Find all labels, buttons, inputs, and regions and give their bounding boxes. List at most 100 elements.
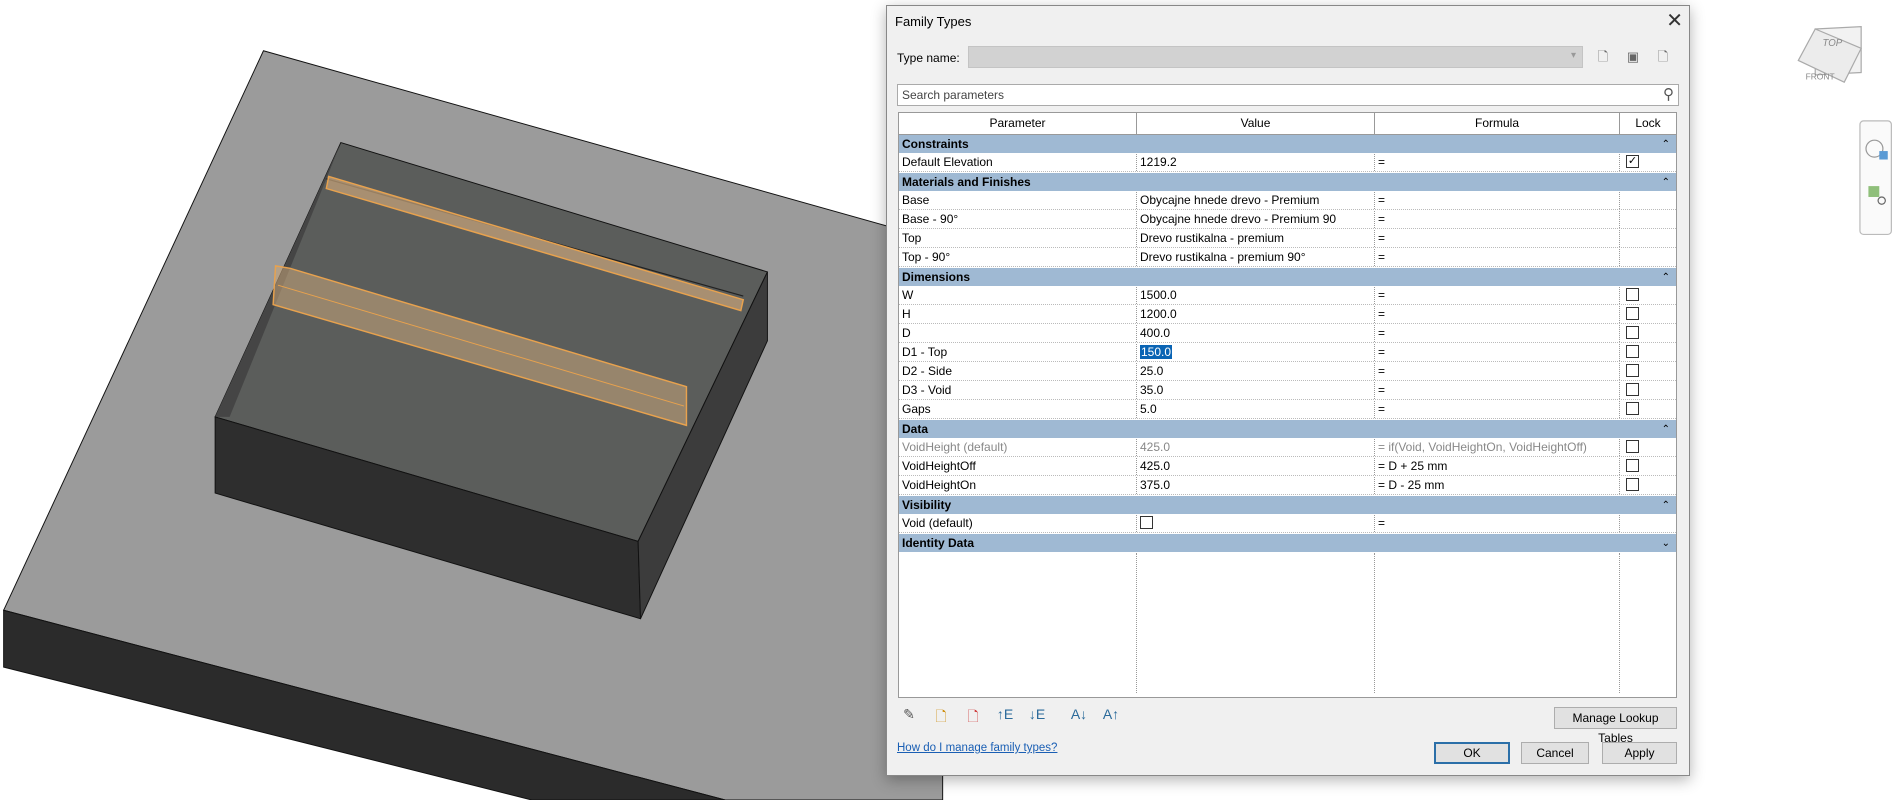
sort-ascending-icon[interactable]: A↓ [1069,706,1089,730]
formula-cell[interactable]: = D + 25 mm [1375,458,1620,475]
column-header-value[interactable]: Value [1137,113,1375,134]
type-name-label: Type name: [897,51,960,65]
group-header-dimensions[interactable]: Dimensions ⌃ [899,268,1676,287]
group-header-constraints[interactable]: Constraints ⌃ [899,135,1676,154]
value-cell[interactable]: Obycajne hnede drevo - Premium [1137,192,1375,209]
value-cell[interactable]: 375.0 [1137,477,1375,494]
formula-cell[interactable]: = [1375,192,1620,209]
delete-type-icon[interactable]: 🗋 [1652,46,1674,68]
parameter-cell: Base [899,192,1137,209]
group-header-data[interactable]: Data ⌃ [899,420,1676,439]
group-name: Dimensions [902,270,971,284]
lock-cell [1620,458,1676,475]
lock-cell: ✓ [1620,154,1676,171]
lock-checkbox[interactable] [1626,345,1639,359]
group-header-visibility[interactable]: Visibility ⌃ [899,496,1676,515]
table-row: Void (default) = [899,515,1676,533]
lock-cell [1620,287,1676,304]
formula-cell[interactable]: = [1375,306,1620,323]
formula-cell[interactable]: = if(Void, VoidHeightOn, VoidHeightOff) [1375,439,1620,456]
lock-checkbox[interactable] [1626,402,1639,416]
lock-cell [1620,325,1676,342]
viewcube[interactable]: TOP FRONT [1797,25,1862,83]
lock-checkbox[interactable]: ✓ [1626,155,1639,169]
ok-button[interactable]: OK [1434,742,1510,764]
collapse-icon[interactable]: ⌃ [1662,135,1670,154]
value-cell[interactable]: Drevo rustikalna - premium [1137,230,1375,247]
new-parameter-icon[interactable]: 🗋 [931,706,951,730]
type-name-combo[interactable]: ▾ [968,46,1583,68]
table-row: Base Obycajne hnede drevo - Premium = [899,192,1676,210]
value-cell[interactable]: 1200.0 [1137,306,1375,323]
cancel-button[interactable]: Cancel [1521,742,1589,764]
value-text: 1500.0 [1140,288,1177,302]
value-cell[interactable]: 425.0 [1137,458,1375,475]
value-cell[interactable]: 1500.0 [1137,287,1375,304]
collapse-icon[interactable]: ⌃ [1662,268,1670,287]
lock-checkbox[interactable] [1626,307,1639,321]
lock-checkbox[interactable] [1626,478,1639,492]
lock-checkbox[interactable] [1626,326,1639,340]
group-header-materials-and-finishes[interactable]: Materials and Finishes ⌃ [899,173,1676,192]
collapse-icon[interactable]: ⌃ [1662,420,1670,439]
formula-cell[interactable]: = [1375,363,1620,380]
lock-checkbox[interactable] [1626,440,1639,454]
new-type-icon[interactable]: 🗋 [1592,46,1614,68]
table-row: H 1200.0 = [899,306,1676,324]
zoom-icon[interactable] [1868,186,1880,197]
rename-type-icon[interactable]: ▣ [1622,46,1644,68]
parameter-cell: Gaps [899,401,1137,418]
group-header-identity-data[interactable]: Identity Data ⌄ [899,534,1676,553]
value-cell[interactable]: Drevo rustikalna - premium 90° [1137,249,1375,266]
value-text: 425.0 [1140,459,1171,473]
column-header-lock[interactable]: Lock [1620,113,1676,134]
formula-cell[interactable]: = [1375,287,1620,304]
collapse-icon[interactable]: ⌃ [1662,173,1670,192]
parameter-cell: VoidHeightOff [899,458,1137,475]
formula-cell[interactable]: = [1375,211,1620,228]
formula-cell[interactable]: = [1375,230,1620,247]
value-checkbox[interactable] [1140,516,1153,530]
value-cell[interactable]: 400.0 [1137,325,1375,342]
formula-cell[interactable]: = D - 25 mm [1375,477,1620,494]
value-cell[interactable] [1137,515,1375,532]
column-header-parameter[interactable]: Parameter [899,113,1137,134]
formula-cell[interactable]: = [1375,515,1620,532]
column-header-formula[interactable]: Formula [1375,113,1620,134]
formula-cell[interactable]: = [1375,382,1620,399]
navigation-bar[interactable] [1859,120,1892,236]
lock-checkbox[interactable] [1626,459,1639,473]
formula-cell[interactable]: = [1375,249,1620,266]
value-cell[interactable]: 5.0 [1137,401,1375,418]
search-parameters-input[interactable]: Search parameters ⚲ [897,84,1679,106]
lock-checkbox[interactable] [1626,383,1639,397]
formula-cell[interactable]: = [1375,344,1620,361]
apply-button[interactable]: Apply [1602,742,1677,764]
search-icon[interactable]: ⚲ [1663,85,1674,103]
table-row: Top - 90° Drevo rustikalna - premium 90° = [899,249,1676,267]
close-icon[interactable]: ✕ [1666,8,1683,33]
edit-parameter-icon[interactable]: ✎ [899,706,919,730]
manage-lookup-tables-button[interactable]: Manage Lookup Tables [1554,707,1677,745]
formula-cell[interactable]: = [1375,154,1620,171]
move-up-icon[interactable]: ↑E [995,706,1015,730]
help-link[interactable]: How do I manage family types? [897,742,1057,754]
value-cell[interactable]: 425.0 [1137,439,1375,456]
move-down-icon[interactable]: ↓E [1027,706,1047,730]
value-cell[interactable]: 150.0 [1137,344,1375,361]
value-cell[interactable]: 35.0 [1137,382,1375,399]
value-text: 25.0 [1140,364,1164,378]
expand-icon[interactable]: ⌄ [1662,534,1670,553]
parameters-table: Parameter Value Formula Lock Constraints… [898,112,1677,698]
lock-checkbox[interactable] [1626,288,1639,302]
collapse-icon[interactable]: ⌃ [1662,496,1670,515]
value-cell[interactable]: 25.0 [1137,363,1375,380]
formula-cell[interactable]: = [1375,325,1620,342]
sort-descending-icon[interactable]: A↑ [1101,706,1121,730]
lock-checkbox[interactable] [1626,364,1639,378]
value-cell[interactable]: 1219.2 [1137,154,1375,171]
value-cell[interactable]: Obycajne hnede drevo - Premium 90 [1137,211,1375,228]
formula-cell[interactable]: = [1375,401,1620,418]
delete-parameter-icon[interactable]: 🗋 [963,706,983,730]
lock-cell [1620,249,1676,266]
